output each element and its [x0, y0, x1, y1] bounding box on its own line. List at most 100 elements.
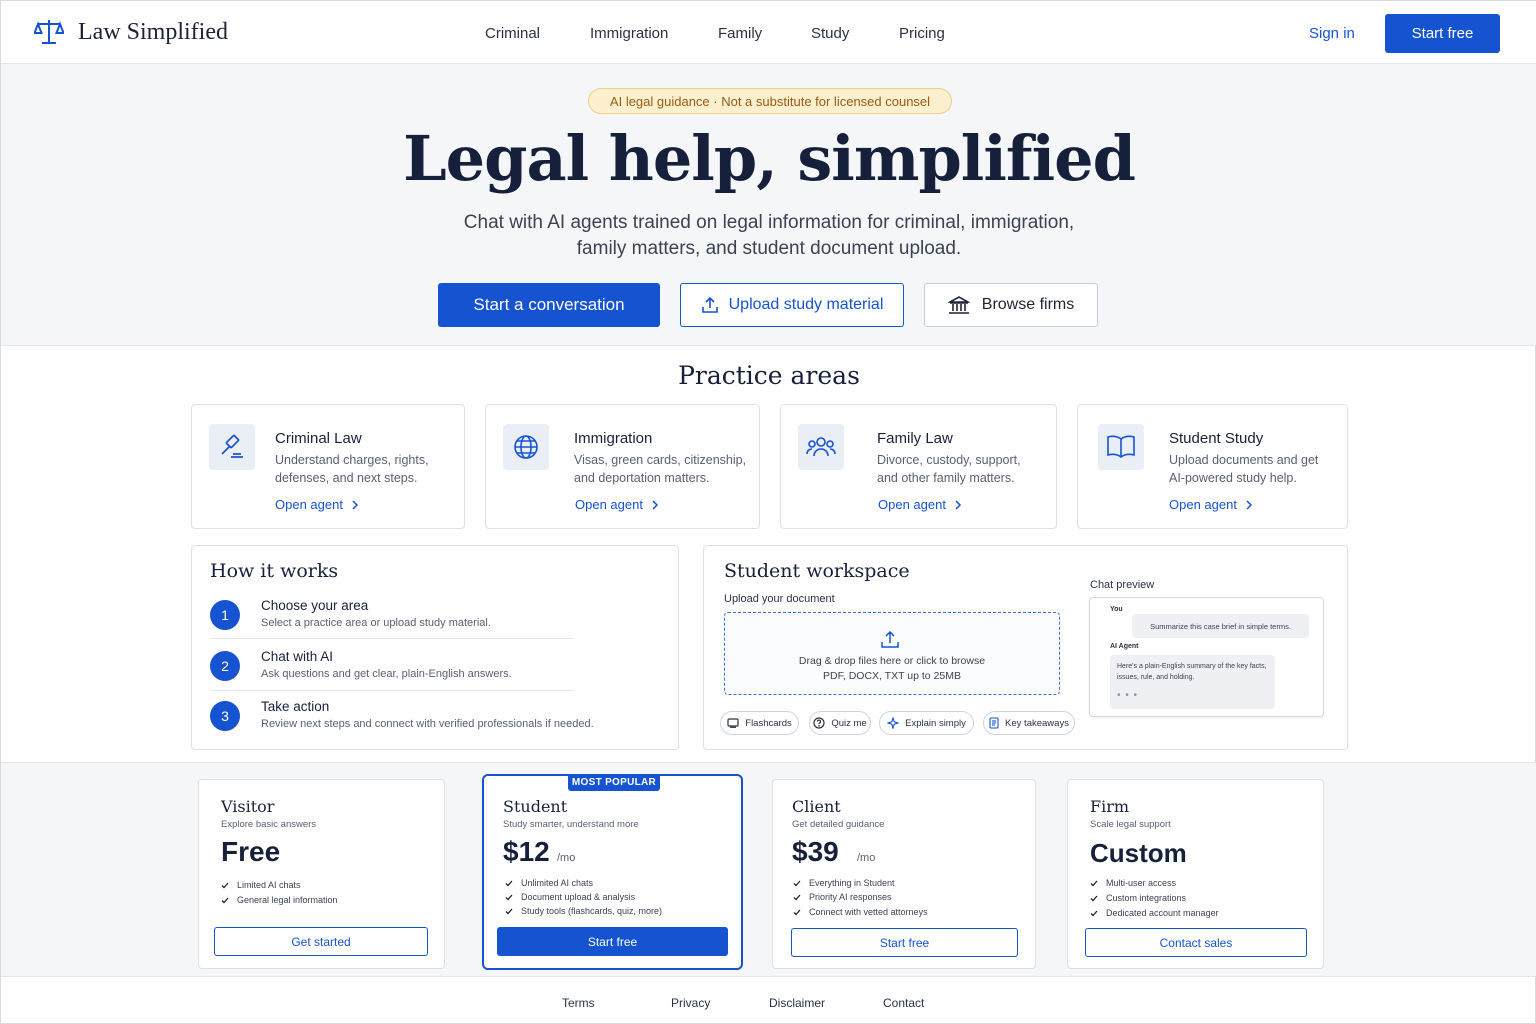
open-agent-link-immigration[interactable]: Open agent [575, 497, 659, 512]
contact-sales-button[interactable]: Contact sales [1085, 928, 1307, 957]
key-takeaways-chip[interactable]: Key takeaways [983, 711, 1075, 735]
open-agent-link-family[interactable]: Open agent [878, 497, 962, 512]
chevron-right-icon [954, 499, 962, 510]
upload-study-material-label: Upload study material [728, 296, 884, 313]
practice-card-family[interactable]: Family Law Divorce, custody, support, and… [780, 404, 1057, 529]
practice-card-criminal[interactable]: Criminal Law Understand charges, rights,… [191, 404, 465, 529]
explain-simply-chip[interactable]: Explain simply [879, 711, 974, 735]
nav-immigration[interactable]: Immigration [590, 25, 668, 42]
chat-preview-label: Chat preview [1090, 579, 1155, 591]
plan-feature: Dedicated account manager [1090, 908, 1219, 918]
check-icon [505, 894, 513, 901]
chat-preview: You Summarize this case brief in simple … [1089, 597, 1324, 717]
student-workspace-title: Student workspace [724, 560, 910, 582]
nav-pricing[interactable]: Pricing [899, 25, 945, 42]
open-agent-link-student-study[interactable]: Open agent [1169, 497, 1253, 512]
step-number: 1 [210, 600, 240, 630]
step-number: 2 [210, 651, 240, 681]
people-icon [798, 424, 844, 470]
plan-feature: Connect with vetted attorneys [793, 907, 928, 917]
practice-card-immigration[interactable]: Immigration Visas, green cards, citizens… [485, 404, 760, 529]
plan-card-client: Client Get detailed guidance $39 /mo Eve… [772, 779, 1036, 969]
globe-icon [503, 424, 549, 470]
chat-message-agent: Here's a plain-English summary of the ke… [1110, 655, 1275, 709]
open-agent-link-criminal[interactable]: Open agent [275, 497, 359, 512]
nav-criminal[interactable]: Criminal [485, 25, 540, 42]
plan-period: /mo [557, 852, 576, 864]
card-title: Criminal Law [275, 430, 362, 447]
plan-feature: Document upload & analysis [505, 892, 635, 902]
get-started-button[interactable]: Get started [214, 927, 428, 956]
plan-tagline: Scale legal support [1090, 819, 1171, 830]
check-icon [221, 882, 229, 889]
check-icon [793, 909, 801, 916]
start-free-client-button[interactable]: Start free [791, 928, 1018, 957]
step-title: Choose your area [261, 598, 369, 613]
dropzone-instructions: Drag & drop files here or click to brows… [798, 655, 986, 667]
upload-study-material-button[interactable]: Upload study material [680, 283, 904, 327]
brand-logo[interactable]: Law Simplified [34, 18, 228, 46]
card-title: Student Study [1169, 430, 1264, 447]
start-free-button[interactable]: Start free [1385, 14, 1500, 53]
chat-message-user: Summarize this case brief in simple term… [1132, 614, 1309, 638]
how-it-works-panel: How it works 1 Choose your area Select a… [191, 545, 679, 750]
step-number: 3 [210, 701, 240, 731]
bank-icon [947, 295, 970, 315]
start-conversation-button[interactable]: Start a conversation [438, 283, 660, 327]
card-icon [727, 718, 739, 728]
file-dropzone[interactable]: Drag & drop files here or click to brows… [724, 612, 1060, 695]
question-icon [813, 717, 825, 729]
check-icon [793, 880, 801, 887]
scales-icon [34, 18, 64, 46]
plan-card-visitor: Visitor Explore basic answers Free Limit… [198, 779, 445, 969]
top-navbar: Law Simplified Criminal Immigration Fami… [1, 1, 1536, 64]
brand-name: Law Simplified [78, 18, 228, 45]
footer-disclaimer-link[interactable]: Disclaimer [769, 996, 825, 1010]
footer-contact-link[interactable]: Contact [883, 996, 924, 1010]
student-workspace-panel: Student workspace Upload your document D… [703, 545, 1348, 750]
sign-in-link[interactable]: Sign in [1309, 25, 1355, 42]
plan-feature: Priority AI responses [793, 892, 892, 902]
plan-feature: Everything in Student [793, 878, 895, 888]
footer-terms-link[interactable]: Terms [562, 996, 595, 1010]
upload-icon [880, 630, 900, 649]
how-it-works-title: How it works [210, 560, 339, 582]
chat-sender-agent: AI Agent [1110, 643, 1139, 650]
hero-subtitle-line1: Chat with AI agents trained on legal inf… [463, 212, 1075, 233]
practice-areas-title: Practice areas [678, 361, 860, 390]
hero-section: AI legal guidance · Not a substitute for… [1, 64, 1536, 346]
practice-card-student-study[interactable]: Student Study Upload documents and get AI… [1077, 404, 1348, 529]
quiz-me-chip[interactable]: Quiz me [809, 711, 871, 735]
nav-study[interactable]: Study [811, 25, 849, 42]
check-icon [505, 908, 513, 915]
check-icon [1090, 880, 1098, 887]
chevron-right-icon [1245, 499, 1253, 510]
footer-privacy-link[interactable]: Privacy [671, 996, 710, 1010]
step-description: Select a practice area or upload study m… [261, 617, 491, 629]
browse-firms-button[interactable]: Browse firms [924, 283, 1098, 327]
plan-price: $39 [792, 836, 839, 867]
plan-tagline: Get detailed guidance [792, 819, 885, 830]
check-icon [793, 894, 801, 901]
dropzone-file-types: PDF, DOCX, TXT up to 25MB [823, 670, 961, 682]
divider [210, 690, 574, 691]
start-free-plan-button[interactable]: Start free [497, 927, 728, 956]
step-title: Take action [261, 699, 330, 714]
plan-feature: Custom integrations [1090, 893, 1186, 903]
flashcards-chip[interactable]: Flashcards [720, 711, 799, 735]
step-title: Chat with AI [261, 649, 334, 664]
check-icon [505, 880, 513, 887]
chevron-right-icon [651, 499, 659, 510]
step-3: 3 Take action Review next steps and conn… [210, 699, 594, 745]
plan-price: $12 [503, 836, 550, 867]
card-description: Understand charges, rights, defenses, and… [275, 453, 429, 485]
plan-price: Free [221, 836, 281, 867]
plan-tagline: Explore basic answers [221, 819, 317, 830]
nav-family[interactable]: Family [718, 25, 762, 42]
check-icon [1090, 910, 1098, 917]
hero-subtitle: Chat with AI agents trained on legal inf… [419, 210, 1119, 262]
card-title: Family Law [877, 430, 953, 447]
plan-feature: General legal information [221, 895, 338, 905]
hero-title: Legal help, simplified [403, 122, 1136, 195]
plan-name: Client [792, 797, 841, 816]
